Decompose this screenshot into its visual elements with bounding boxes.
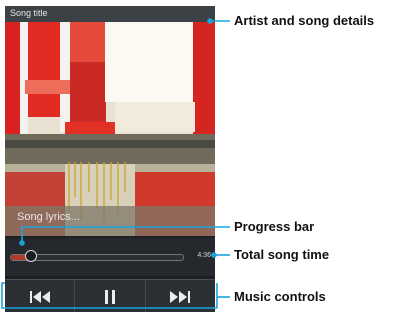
callout-music-controls: Music controls <box>234 289 326 304</box>
callout-total-song-time: Total song time <box>234 247 330 262</box>
callout-artist-song-details: Artist and song details <box>234 13 375 28</box>
callout-lines <box>1 18 230 309</box>
callout-progress-bar: Progress bar <box>234 219 315 234</box>
diagram: Song title Song lyrics... 4:36 Artist an… <box>0 0 409 313</box>
